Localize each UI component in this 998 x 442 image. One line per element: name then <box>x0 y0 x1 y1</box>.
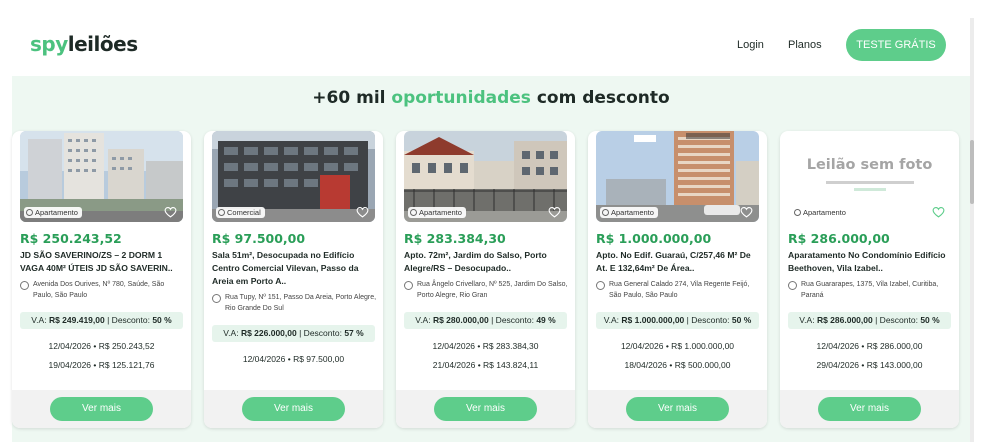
property-card[interactable]: Leilão sem foto Apartamento R$ 286.000,0… <box>780 131 959 428</box>
property-photo[interactable]: Apartamento <box>596 131 759 222</box>
building-icon <box>410 209 417 216</box>
ver-mais-button[interactable]: Ver mais <box>818 397 921 421</box>
auction-date-2: 29/04/2026 • R$ 143.000,00 <box>816 360 923 370</box>
property-address: Rua Guararapes, 1375, Vila Izabel, Curit… <box>788 280 954 301</box>
property-address: Avenida Dos Ourives, Nº 780, Saúde, São … <box>20 280 186 301</box>
favorite-heart-icon[interactable] <box>548 206 561 218</box>
property-card[interactable]: Apartamento R$ 283.384,30 Apto. 72m², Ja… <box>396 131 575 428</box>
property-price: R$ 283.384,30 <box>404 231 506 246</box>
property-photo[interactable]: Leilão sem foto Apartamento <box>788 131 951 222</box>
property-title[interactable]: Aparatamento No Condomínio Edifício Beet… <box>788 249 954 275</box>
property-title[interactable]: Sala 51m², Desocupada no Edifício Centro… <box>212 249 378 288</box>
planos-link[interactable]: Planos <box>788 39 822 51</box>
valuation-discount-badge: V.A: R$ 280.000,00 | Desconto: 49 % <box>404 312 567 329</box>
section-headline: +60 mil oportunidades com desconto <box>312 88 670 108</box>
favorite-heart-icon[interactable] <box>740 206 753 218</box>
property-photo[interactable]: Apartamento <box>20 131 183 222</box>
auction-date-1: 12/04/2026 • R$ 286.000,00 <box>816 341 923 351</box>
property-price: R$ 286.000,00 <box>788 231 890 246</box>
card-footer: Ver mais <box>12 390 191 428</box>
location-pin-icon <box>20 281 29 290</box>
property-type-tag: Apartamento <box>600 207 658 218</box>
favorite-heart-icon[interactable] <box>164 206 177 218</box>
property-title[interactable]: JD SÃO SAVERINO/ZS – 2 DORM 1 VAGA 40M² … <box>20 249 186 275</box>
property-title[interactable]: Apto. 72m², Jardim do Salso, Porto Alegr… <box>404 249 570 275</box>
location-pin-icon <box>596 281 605 290</box>
ver-mais-button[interactable]: Ver mais <box>50 397 153 421</box>
valuation-discount-badge: V.A: R$ 226.000,00 | Desconto: 57 % <box>212 325 375 342</box>
location-pin-icon <box>404 281 413 290</box>
ver-mais-button[interactable]: Ver mais <box>626 397 729 421</box>
property-price: R$ 1.000.000,00 <box>596 231 712 246</box>
no-photo-divider <box>826 181 914 184</box>
property-price: R$ 250.243,52 <box>20 231 122 246</box>
card-footer: Ver mais <box>780 390 959 428</box>
page-scrollbar[interactable] <box>970 18 974 442</box>
property-address: Rua Ângelo Crivellaro, Nº 525, Jardim Do… <box>404 280 570 301</box>
property-type-tag: Apartamento <box>792 207 850 218</box>
free-trial-button[interactable]: TESTE GRÁTIS <box>846 29 946 61</box>
ver-mais-button[interactable]: Ver mais <box>242 397 345 421</box>
property-photo[interactable]: Apartamento <box>404 131 567 222</box>
auction-date-1: 12/04/2026 • R$ 97.500,00 <box>242 354 345 364</box>
favorite-heart-icon[interactable] <box>356 206 369 218</box>
valuation-discount-badge: V.A: R$ 286.000,00 | Desconto: 50 % <box>788 312 951 329</box>
auction-date-1: 12/04/2026 • R$ 283.384,30 <box>432 341 539 351</box>
building-icon <box>794 209 801 216</box>
top-navbar: spyleilões Login Planos TESTE GRÁTIS <box>0 0 970 78</box>
property-type-tag: Comercial <box>216 207 265 218</box>
location-pin-icon <box>788 281 797 290</box>
property-address: Rua Tupy, Nº 151, Passo Da Areia, Porto … <box>212 293 378 314</box>
favorite-heart-icon[interactable] <box>932 206 945 218</box>
auction-date-1: 12/04/2026 • R$ 1.000.000,00 <box>620 341 735 351</box>
property-card[interactable]: Comercial R$ 97.500,00 Sala 51m², Desocu… <box>204 131 383 428</box>
card-footer: Ver mais <box>396 390 575 428</box>
spyleiloes-logo[interactable]: spyleilões <box>30 32 138 56</box>
building-icon <box>218 209 225 216</box>
auction-date-1: 12/04/2026 • R$ 250.243,52 <box>48 341 155 351</box>
property-price: R$ 97.500,00 <box>212 231 306 246</box>
property-photo[interactable]: Comercial <box>212 131 375 222</box>
property-card[interactable]: Apartamento R$ 1.000.000,00 Apto. No Edi… <box>588 131 767 428</box>
no-photo-label: Leilão sem foto <box>806 157 933 173</box>
property-card[interactable]: Apartamento R$ 250.243,52 JD SÃO SAVERIN… <box>12 131 191 428</box>
auction-date-2: 21/04/2026 • R$ 143.824,11 <box>432 360 539 370</box>
property-title[interactable]: Apto. No Edif. Guaraú, C/257,46 M² De At… <box>596 249 762 275</box>
building-icon <box>602 209 609 216</box>
property-type-tag: Apartamento <box>408 207 466 218</box>
scrollbar-thumb[interactable] <box>970 140 974 204</box>
building-icon <box>26 209 33 216</box>
login-link[interactable]: Login <box>737 39 764 51</box>
auction-date-2: 19/04/2026 • R$ 125.121,76 <box>48 360 155 370</box>
auction-date-2: 18/04/2026 • R$ 500.000,00 <box>624 360 731 370</box>
logo-watermark <box>854 188 886 191</box>
ver-mais-button[interactable]: Ver mais <box>434 397 537 421</box>
card-footer: Ver mais <box>204 390 383 428</box>
valuation-discount-badge: V.A: R$ 249.419,00 | Desconto: 50 % <box>20 312 183 329</box>
card-footer: Ver mais <box>588 390 767 428</box>
valuation-discount-badge: V.A: R$ 1.000.000,00 | Desconto: 50 % <box>596 312 759 329</box>
property-address: Rua General Calado 274, Vila Regente Fei… <box>596 280 762 301</box>
property-type-tag: Apartamento <box>24 207 82 218</box>
location-pin-icon <box>212 294 221 303</box>
